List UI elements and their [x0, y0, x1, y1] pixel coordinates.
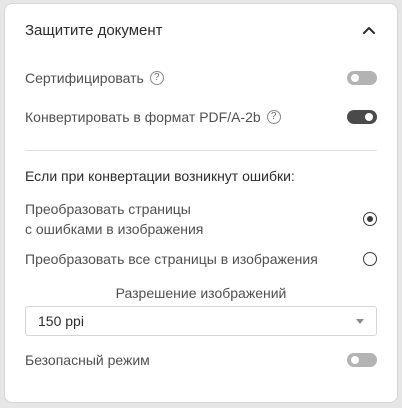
radio-option-all-pages[interactable]: Преобразовать все страницы в изображения — [25, 249, 377, 269]
resolution-select[interactable]: 150 ppi — [25, 306, 377, 336]
protect-document-panel: Защитите документ Сертифицировать ? Конв… — [4, 3, 398, 403]
radio-button-all-pages[interactable] — [363, 252, 377, 266]
toggle-knob — [351, 356, 359, 364]
radio-option-label: с ошибками в изображения — [25, 221, 204, 237]
section-divider — [25, 150, 377, 151]
resolution-label: Разрешение изображений — [115, 285, 287, 301]
convert-pdfa-toggle[interactable] — [347, 110, 377, 124]
certify-label: Сертифицировать — [25, 70, 144, 86]
errors-heading: Если при конвертации возникнут ошибки: — [25, 168, 295, 184]
radio-button-error-pages[interactable] — [363, 212, 377, 226]
chevron-up-icon[interactable] — [361, 22, 377, 38]
certify-toggle[interactable] — [347, 71, 377, 85]
radio-option-label: Преобразовать страницы — [25, 201, 191, 217]
help-icon[interactable]: ? — [149, 71, 164, 85]
panel-title: Защитите документ — [25, 21, 163, 39]
safe-mode-row: Безопасный режим — [25, 350, 377, 370]
help-icon[interactable]: ? — [266, 110, 281, 124]
radio-option-label: Преобразовать все страницы в изображения — [25, 251, 318, 267]
caret-down-icon — [356, 318, 364, 324]
safe-mode-label: Безопасный режим — [25, 352, 150, 368]
toggle-knob — [351, 74, 359, 82]
resolution-value: 150 ppi — [38, 313, 84, 329]
convert-pdfa-label: Конвертировать в формат PDF/A-2b — [25, 109, 261, 125]
certify-row: Сертифицировать ? — [25, 68, 377, 88]
toggle-knob — [365, 113, 373, 121]
panel-header[interactable]: Защитите документ — [25, 18, 377, 42]
convert-pdfa-row: Конвертировать в формат PDF/A-2b ? — [25, 107, 377, 127]
safe-mode-toggle[interactable] — [347, 353, 377, 367]
radio-option-error-pages[interactable]: Преобразовать страницы с ошибками в изоб… — [25, 199, 377, 239]
